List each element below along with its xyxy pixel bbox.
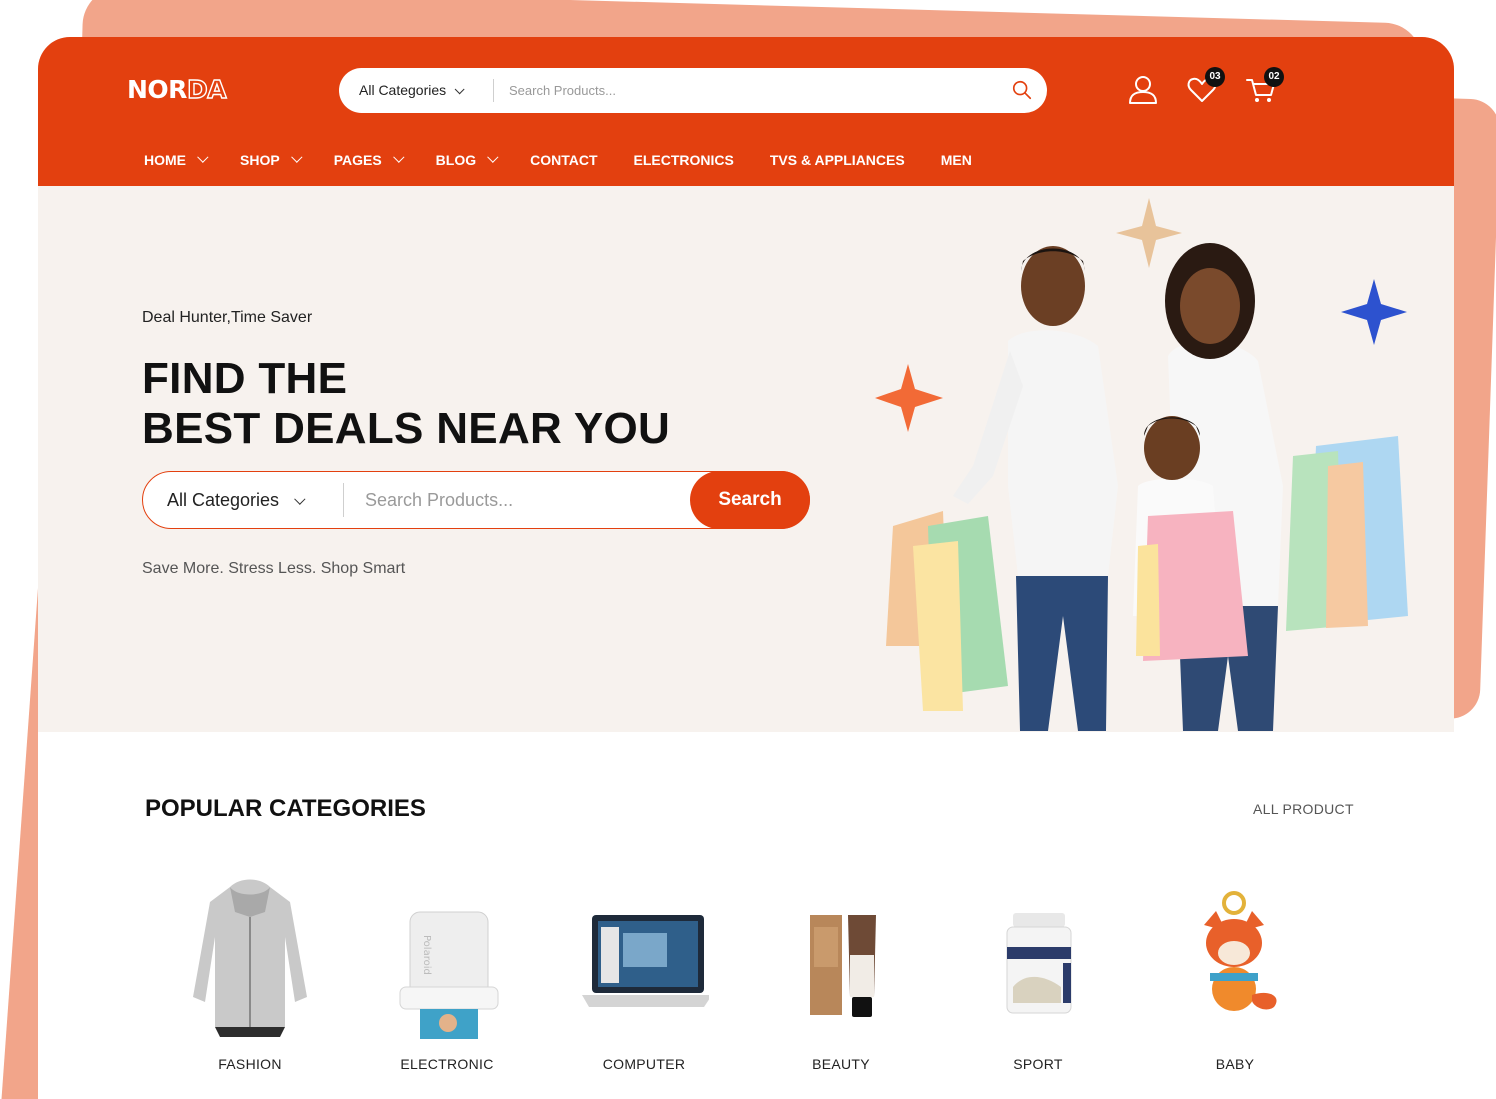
- nav-item-electronics[interactable]: ELECTRONICS: [634, 149, 734, 171]
- search-icon[interactable]: [1011, 79, 1033, 101]
- nav-item-men[interactable]: MEN: [941, 149, 972, 171]
- main-nav: HOME SHOP PAGES BLOG CONTACT ELECTRONICS…: [144, 149, 1008, 171]
- nav-item-contact[interactable]: CONTACT: [530, 149, 597, 171]
- header-category-select[interactable]: All Categories: [359, 68, 465, 113]
- category-label: ELECTRONIC: [400, 1056, 494, 1072]
- hero-search-input[interactable]: [365, 485, 685, 515]
- hero-search-bar: All Categories Search: [142, 470, 810, 529]
- plush-fox-toy-image: [1204, 891, 1277, 1011]
- hero-subtagline: Save More. Stress Less. Shop Smart: [142, 560, 406, 577]
- category-electronic[interactable]: Polaroid ELECTRONIC: [352, 877, 542, 1077]
- laptop-image: [582, 915, 709, 1007]
- site-window: NORDA All Categories Search Products... …: [38, 37, 1454, 1099]
- popular-categories-title: POPULAR CATEGORIES: [145, 795, 426, 822]
- chevron-down-icon: [392, 151, 405, 163]
- sparkle-blue-icon: [1341, 279, 1407, 345]
- search-divider: [343, 483, 344, 517]
- chevron-down-icon: [294, 493, 306, 505]
- instant-printer-image: Polaroid: [399, 911, 499, 1039]
- chevron-down-icon: [454, 84, 465, 95]
- page: NORDA All Categories Search Products... …: [0, 0, 1496, 1099]
- category-list: FASHION Polaroid ELECTRONIC COMPUTER BEA…: [155, 877, 1355, 1077]
- search-divider: [493, 79, 494, 102]
- category-baby[interactable]: BABY: [1140, 877, 1330, 1077]
- norda-logo[interactable]: NORDA: [127, 74, 227, 104]
- category-beauty[interactable]: BEAUTY: [746, 877, 936, 1077]
- hero-title: FIND THE BEST DEALS NEAR YOU: [142, 354, 671, 453]
- category-fashion[interactable]: FASHION: [155, 877, 345, 1077]
- category-sport[interactable]: SPORT: [943, 877, 1133, 1077]
- sparkle-orange-icon: [875, 364, 943, 432]
- cart-button[interactable]: 02: [1244, 67, 1284, 107]
- category-label: BABY: [1215, 1056, 1255, 1072]
- chevron-down-icon: [487, 151, 499, 163]
- hoodie-jacket-image: [193, 879, 307, 1037]
- site-header: NORDA All Categories Search Products... …: [38, 37, 1454, 186]
- hero-banner: Deal Hunter,Time Saver FIND THE BEST DEA…: [38, 186, 1454, 732]
- category-label: FASHION: [218, 1056, 282, 1072]
- nav-item-tvs-appliances[interactable]: TVS & APPLIANCES: [770, 149, 905, 171]
- account-button[interactable]: [1126, 73, 1160, 107]
- hero-search-button[interactable]: Search: [690, 470, 810, 529]
- wishlist-button[interactable]: 03: [1185, 67, 1225, 107]
- cosmetics-tube-image: [810, 915, 876, 1017]
- category-label: COMPUTER: [602, 1056, 686, 1072]
- category-computer[interactable]: COMPUTER: [549, 877, 739, 1077]
- nav-item-pages[interactable]: PAGES: [334, 149, 405, 171]
- user-icon: [1129, 76, 1157, 104]
- hero-tagline: Deal Hunter,Time Saver: [142, 309, 313, 326]
- wishlist-count-badge: 03: [1205, 67, 1225, 87]
- cart-count-badge: 02: [1264, 67, 1284, 87]
- category-label: SPORT: [1013, 1056, 1063, 1072]
- family-shopping-bags-image: [875, 198, 1408, 731]
- protein-tub-image: [1006, 913, 1072, 1014]
- nav-item-shop[interactable]: SHOP: [240, 149, 303, 171]
- sparkle-beige-icon: [1116, 198, 1182, 268]
- hero-category-select[interactable]: All Categories: [167, 472, 306, 528]
- category-label: BEAUTY: [812, 1056, 870, 1072]
- chevron-down-icon: [290, 151, 303, 163]
- header-search-bar: All Categories: [339, 68, 1047, 113]
- nav-item-blog[interactable]: BLOG: [436, 149, 499, 171]
- header-search-input[interactable]: [509, 76, 989, 105]
- all-product-link[interactable]: ALL PRODUCT: [1253, 801, 1354, 817]
- chevron-down-icon: [197, 151, 209, 163]
- nav-item-home[interactable]: HOME: [144, 149, 209, 171]
- svg-text:Polaroid: Polaroid: [421, 935, 432, 975]
